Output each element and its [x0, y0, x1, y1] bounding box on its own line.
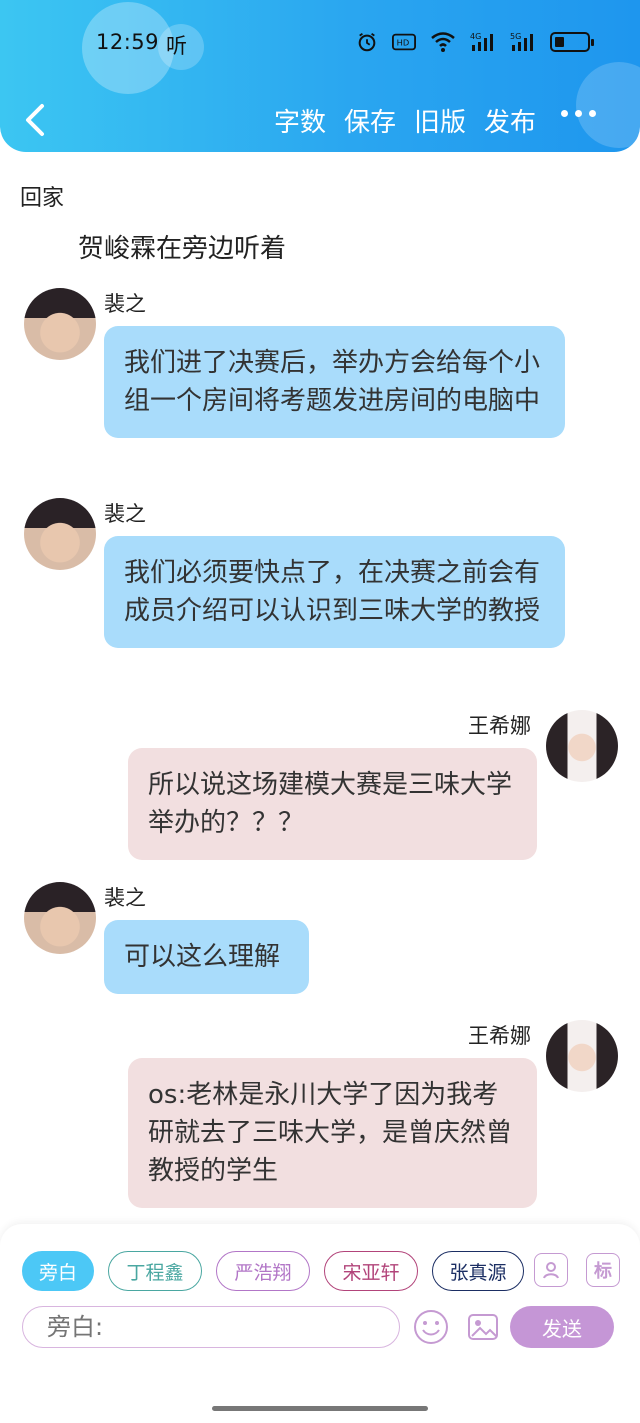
battery-fill — [555, 37, 564, 47]
role-chip[interactable]: 丁程鑫 — [108, 1251, 202, 1291]
message-right: 王希娜 os:老林是永川大学了因为我考研就去了三味大学，是曾庆然曾教授的学生 — [0, 1020, 640, 1220]
role-chip[interactable]: 张真源 — [432, 1251, 524, 1291]
svg-text:HD: HD — [397, 38, 410, 48]
message-left: 裴之 可以这么理解 — [0, 882, 640, 1002]
more-dot-icon — [589, 110, 596, 117]
signal-5g-icon: 5G — [510, 30, 536, 54]
hd-icon: HD — [392, 30, 416, 54]
add-character-button[interactable] — [534, 1253, 568, 1287]
section-title: 回家 — [20, 186, 65, 211]
message-bubble[interactable]: 所以说这场建模大赛是三味大学举办的？？？ — [128, 748, 537, 860]
sender-name: 裴之 — [104, 886, 146, 910]
status-extra: 听 — [166, 34, 187, 58]
avatar[interactable] — [24, 882, 96, 954]
tag-button[interactable]: 标 — [586, 1253, 620, 1287]
message-left: 裴之 我们必须要快点了，在决赛之前会有成员介绍可以认识到三味大学的教授 — [0, 498, 640, 688]
message-left: 裴之 我们进了决赛后，举办方会给每个小组一个房间将考题发进房间的电脑中 — [0, 288, 640, 478]
word-count-button[interactable]: 字数 — [274, 102, 326, 139]
app-header: 12:59 听 HD 4G 5G 字数 保存 旧版 发布 — [0, 0, 640, 152]
home-indicator — [212, 1406, 428, 1411]
avatar[interactable] — [546, 1020, 618, 1092]
role-chip-narrator[interactable]: 旁白 — [22, 1251, 94, 1291]
status-icons: HD 4G 5G — [356, 30, 594, 54]
avatar[interactable] — [546, 710, 618, 782]
more-dot-icon — [561, 110, 568, 117]
battery-icon — [550, 30, 594, 54]
publish-button[interactable]: 发布 — [484, 102, 536, 139]
role-chip[interactable]: 严浩翔 — [216, 1251, 310, 1291]
image-button[interactable] — [464, 1308, 502, 1346]
more-options-button[interactable] — [561, 110, 596, 117]
message-input[interactable] — [22, 1306, 400, 1348]
role-selector: 旁白 丁程鑫 严浩翔 宋亚轩 张真源 标 — [22, 1251, 622, 1293]
narration-text: 贺峻霖在旁边听着 — [78, 234, 287, 264]
sender-name: 王希娜 — [468, 714, 531, 738]
old-version-button[interactable]: 旧版 — [414, 102, 466, 139]
send-button[interactable]: 发送 — [510, 1306, 614, 1348]
status-time: 12:59 — [96, 30, 160, 54]
chevron-left-icon — [26, 104, 44, 136]
sender-name: 王希娜 — [468, 1024, 531, 1048]
save-button[interactable]: 保存 — [344, 102, 396, 139]
sender-name: 裴之 — [104, 502, 146, 526]
user-icon — [543, 1262, 559, 1279]
emoji-button[interactable] — [412, 1308, 450, 1346]
message-bubble[interactable]: 我们进了决赛后，举办方会给每个小组一个房间将考题发进房间的电脑中 — [104, 326, 565, 438]
svg-text:4G: 4G — [470, 32, 481, 41]
message-right: 王希娜 所以说这场建模大赛是三味大学举办的？？？ — [0, 710, 640, 860]
composer-row: 发送 — [22, 1306, 622, 1350]
avatar[interactable] — [24, 288, 96, 360]
message-bubble[interactable]: 可以这么理解 — [104, 920, 309, 994]
image-icon — [468, 1314, 498, 1340]
svg-text:5G: 5G — [510, 32, 521, 41]
back-button[interactable] — [20, 100, 54, 140]
wifi-icon — [430, 30, 456, 54]
status-bar: 12:59 听 HD 4G 5G — [0, 20, 640, 68]
smiley-icon — [414, 1310, 448, 1344]
battery-body — [550, 32, 594, 52]
signal-4g-icon: 4G — [470, 30, 496, 54]
more-dot-icon — [575, 110, 582, 117]
chat-content: 回家 贺峻霖在旁边听着 裴之 我们进了决赛后，举办方会给每个小组一个房间将考题发… — [0, 152, 640, 1227]
message-bubble[interactable]: os:老林是永川大学了因为我考研就去了三味大学，是曾庆然曾教授的学生 — [128, 1058, 537, 1208]
role-chip[interactable]: 宋亚轩 — [324, 1251, 418, 1291]
nav-actions: 字数 保存 旧版 发布 — [274, 102, 536, 139]
alarm-icon — [356, 30, 378, 54]
nav-bar: 字数 保存 旧版 发布 — [0, 92, 640, 148]
sender-name: 裴之 — [104, 292, 146, 316]
composer-panel: 旁白 丁程鑫 严浩翔 宋亚轩 张真源 标 发送 — [0, 1224, 640, 1423]
avatar[interactable] — [24, 498, 96, 570]
message-bubble[interactable]: 我们必须要快点了，在决赛之前会有成员介绍可以认识到三味大学的教授 — [104, 536, 565, 648]
